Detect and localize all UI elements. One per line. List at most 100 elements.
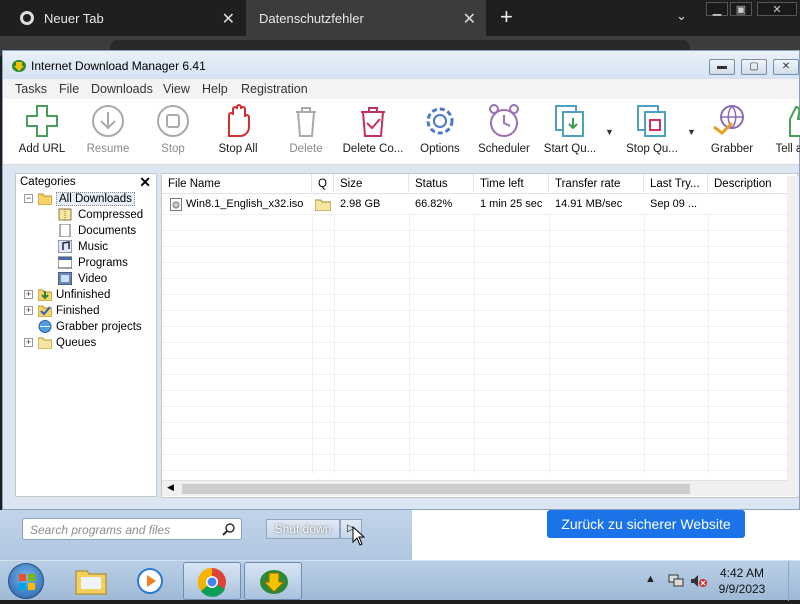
browser-tab-bar: Neuer Tab ✕ Datenschutzfehler ✕ + ⌄ ▁ ▣ … (0, 0, 800, 36)
start-button[interactable] (8, 563, 44, 599)
tab-label: Neuer Tab (44, 10, 104, 26)
cell-transfer-rate: 14.91 MB/sec (555, 198, 623, 210)
category-music[interactable]: Music (78, 239, 108, 255)
column-size[interactable]: Size (334, 174, 409, 194)
close-icon[interactable]: ✕ (139, 174, 151, 191)
document-icon (59, 224, 71, 237)
music-icon (58, 240, 72, 253)
compressed-icon (58, 208, 72, 221)
delete-completed-icon (361, 107, 385, 137)
add-url-icon (26, 105, 58, 137)
volume-muted-icon[interactable] (690, 574, 708, 588)
network-icon[interactable] (668, 574, 684, 588)
category-label: Documents (78, 225, 137, 237)
browser-page: Zurück zu sicherer Website (412, 510, 800, 560)
explorer-taskbar-button[interactable] (62, 562, 120, 600)
categories-panel: Categories ✕ − All Downloads Compressed … (15, 173, 157, 497)
folder-icon (75, 570, 107, 595)
maximize-button[interactable]: ▣ (730, 2, 752, 16)
minimize-button[interactable]: ▁ (706, 2, 728, 16)
category-label: Programs (78, 257, 128, 269)
collapse-icon[interactable]: − (24, 194, 33, 203)
column-status[interactable]: Status (409, 174, 474, 194)
close-icon[interactable]: ✕ (222, 9, 235, 29)
column-description[interactable]: Description (708, 174, 797, 194)
menu-registration[interactable]: Registration (241, 82, 308, 96)
resume-icon (92, 105, 124, 137)
close-button[interactable]: ✕ (757, 2, 797, 16)
media-player-icon (137, 568, 163, 594)
back-to-safety-button[interactable]: Zurück zu sicherer Website (547, 510, 745, 538)
idm-taskbar-button[interactable] (244, 562, 302, 600)
category-video[interactable]: Video (78, 271, 107, 287)
programs-icon (58, 256, 72, 269)
tell-friend-button[interactable]: Tell a F (755, 103, 800, 163)
cell-size: 2.98 GB (340, 198, 381, 210)
clock-time: 4:42 AM (719, 566, 765, 580)
maximize-button[interactable]: ▢ (741, 59, 767, 75)
start-queue-button[interactable]: Start Qu... (531, 103, 609, 163)
idm-logo-icon (260, 570, 288, 594)
category-compressed[interactable]: Compressed (78, 207, 143, 223)
tab-label: Datenschutzfehler (259, 10, 364, 26)
category-all-downloads[interactable]: All Downloads (56, 191, 135, 207)
toolbar-label: Stop Qu... (626, 143, 678, 155)
column-last-try[interactable]: Last Try... (644, 174, 708, 194)
category-documents[interactable]: Documents (78, 223, 136, 239)
show-hidden-icons-icon[interactable]: ▲ (645, 573, 656, 585)
chevron-down-icon[interactable]: ⌄ (676, 8, 687, 24)
window-titlebar: Internet Download Manager 6.41 ▬ ▢ ✕ (3, 51, 799, 79)
minimize-button[interactable]: ▬ (709, 59, 735, 75)
menu-bar: Tasks File Downloads View Help Registrat… (3, 79, 799, 99)
column-transfer-rate[interactable]: Transfer rate (549, 174, 644, 194)
tab-new-tab[interactable]: Neuer Tab ✕ (0, 0, 245, 36)
cell-status: 66.82% (415, 198, 453, 210)
column-time-left[interactable]: Time left (474, 174, 549, 194)
scroll-left-icon[interactable]: ◀ (167, 482, 174, 493)
shutdown-button[interactable]: Shut down (266, 519, 340, 539)
system-clock[interactable]: 4:42 AM 9/9/2023 (712, 565, 772, 597)
expand-icon[interactable]: + (24, 306, 33, 315)
category-label: Music (78, 241, 109, 253)
download-list: File Name Q Size Status Time left Transf… (161, 173, 798, 498)
new-tab-icon[interactable]: + (500, 4, 513, 30)
tab-privacy-error[interactable]: Datenschutzfehler ✕ (246, 0, 486, 36)
show-desktop-button[interactable] (788, 561, 800, 601)
horizontal-scrollbar[interactable]: ◀ ▶ (162, 480, 797, 496)
media-player-taskbar-button[interactable] (122, 562, 180, 600)
column-file-name[interactable]: File Name (162, 174, 312, 194)
category-grabber-projects[interactable]: Grabber projects (56, 319, 142, 335)
stop-queue-button[interactable]: Stop Qu... (613, 103, 691, 163)
vertical-scrollbar[interactable] (787, 176, 799, 496)
chrome-taskbar-button[interactable] (183, 562, 241, 600)
cell-last-try: Sep 09 ... (650, 198, 698, 210)
menu-tasks[interactable]: Tasks (15, 82, 47, 96)
scrollbar-thumb[interactable] (182, 484, 690, 494)
menu-view[interactable]: View (163, 82, 190, 96)
category-programs[interactable]: Programs (78, 255, 128, 271)
category-label: Compressed (78, 209, 144, 221)
expand-icon[interactable]: + (24, 338, 33, 347)
close-icon[interactable]: ✕ (463, 9, 476, 29)
category-unfinished[interactable]: Unfinished (56, 287, 110, 303)
taskbar: ▲ 4:42 AM 9/9/2023 (0, 560, 800, 601)
column-q[interactable]: Q (312, 174, 334, 194)
grabber-projects-icon (38, 320, 52, 333)
close-button[interactable]: ✕ (773, 59, 799, 75)
category-finished[interactable]: Finished (56, 303, 99, 319)
search-input[interactable]: Search programs and files (22, 518, 242, 540)
search-icon (222, 523, 235, 536)
idm-window: Internet Download Manager 6.41 ▬ ▢ ✕ Tas… (2, 50, 800, 510)
category-queues[interactable]: Queues (56, 335, 96, 351)
menu-file[interactable]: File (59, 82, 79, 96)
cell-description (708, 194, 797, 214)
expand-icon[interactable]: + (24, 290, 33, 299)
menu-downloads[interactable]: Downloads (91, 82, 153, 96)
stop-all-button[interactable]: Stop All (199, 103, 277, 163)
stop-all-icon (228, 104, 250, 137)
start-menu: Search programs and files Shut down ▷ (0, 510, 412, 560)
category-label: Grabber projects (56, 321, 142, 333)
start-queue-icon (555, 105, 584, 137)
menu-help[interactable]: Help (202, 82, 228, 96)
category-label: All Downloads (56, 192, 135, 206)
